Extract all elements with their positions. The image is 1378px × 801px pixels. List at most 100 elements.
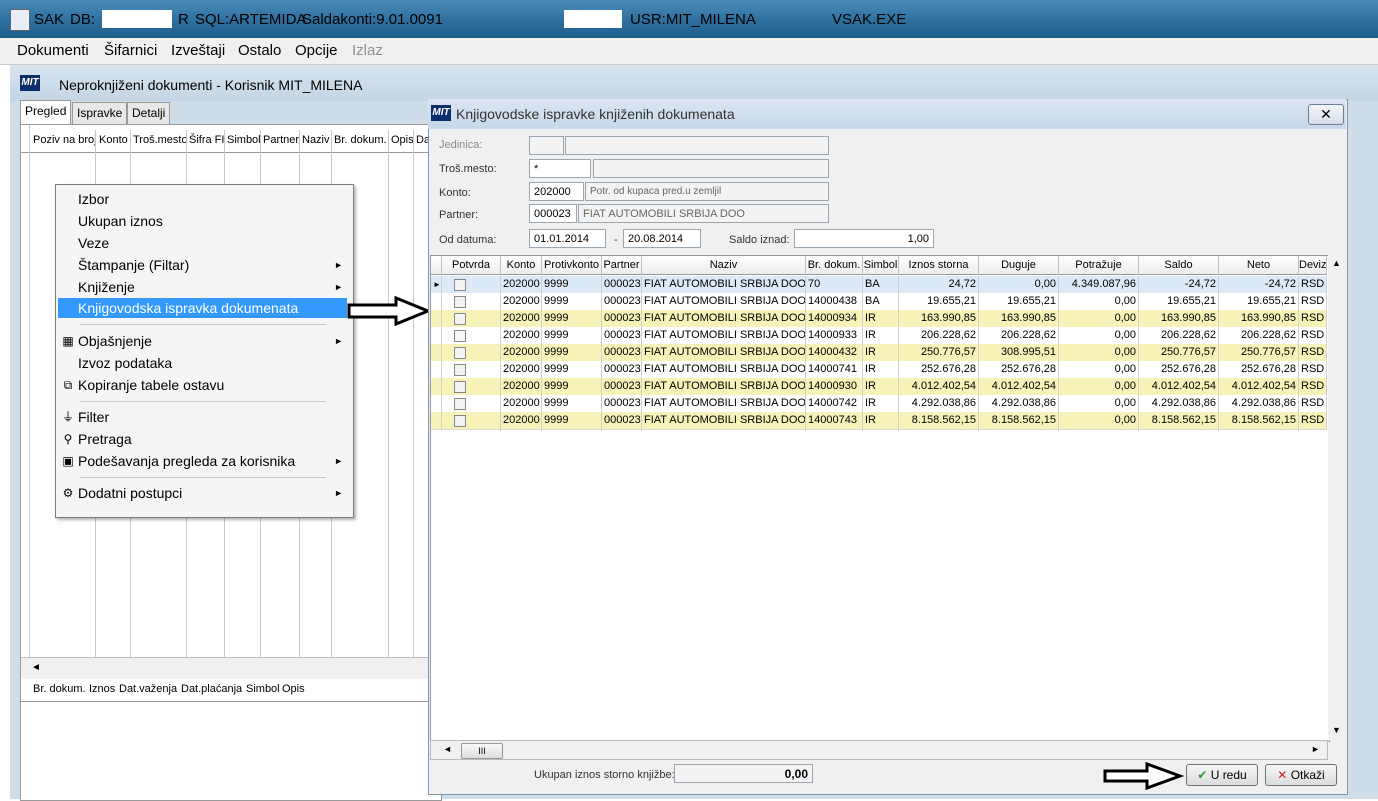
menu-izvestaji[interactable]: Izveštaji <box>171 42 225 59</box>
potvrda-checkbox[interactable] <box>454 279 466 291</box>
col-opis-bottom[interactable]: Opis <box>282 683 305 695</box>
cell-partner: 000023 <box>602 344 642 361</box>
scroll-left-icon[interactable]: ◄ <box>31 662 41 673</box>
table-row[interactable]: 202000 9999 000023 FIAT AUTOMOBILI SRBIJA D… <box>431 327 1327 345</box>
menu-item-objasnjenje[interactable]: Objašnjenje <box>78 333 152 349</box>
table-row[interactable]: 202000 9999 000023 FIAT AUTOMOBILI SRBIJA D… <box>431 344 1327 362</box>
scroll-up-icon[interactable]: ▲ <box>1332 258 1341 268</box>
date-from-field[interactable]: 01.01.2014 <box>529 229 606 248</box>
header-neto[interactable]: Neto <box>1219 256 1299 275</box>
date-to-field[interactable]: 20.08.2014 <box>623 229 701 248</box>
menu-item-kopiranje[interactable]: Kopiranje tabele ostavu <box>78 377 224 393</box>
partner-field[interactable]: 000023 <box>529 204 577 223</box>
menu-dokumenti[interactable]: Dokumenti <box>17 42 89 59</box>
cancel-button-label: Otkaži <box>1290 768 1325 782</box>
cell-brdok: 14000438 <box>806 293 863 310</box>
trosmesto-field[interactable]: * <box>529 159 591 178</box>
tab-pregled[interactable]: Pregled <box>20 100 72 126</box>
menu-ostalo[interactable]: Ostalo <box>238 42 281 59</box>
table-row[interactable]: 202000 9999 000023 FIAT AUTOMOBILI SRBIJA D… <box>431 412 1327 430</box>
header-deviz[interactable]: Deviz <box>1299 256 1327 275</box>
documents-hscroll[interactable]: ◄ <box>21 657 441 680</box>
grid-line <box>601 429 602 431</box>
child-title-bar: MIT Neproknjiženi dokumenti - Korisnik M… <box>10 65 1378 101</box>
header-naziv[interactable]: Naziv <box>642 256 806 275</box>
scroll-down-icon[interactable]: ▼ <box>1332 725 1341 735</box>
table-row[interactable]: ► 202000 9999 000023 FIAT AUTOMOBILI SRBIJA … <box>431 276 1327 294</box>
col-iznos[interactable]: Iznos <box>89 683 115 695</box>
col-br-dokum[interactable]: Br. dokum. <box>334 134 387 146</box>
konto-field[interactable]: 202000 <box>529 182 584 201</box>
menu-item-knjigovodska-ispravka[interactable]: Knjigovodska ispravka dokumenata <box>58 298 347 318</box>
col-simbol[interactable]: Simbol <box>227 134 261 146</box>
cell-naziv: FIAT AUTOMOBILI SRBIJA DOO <box>642 344 806 361</box>
potvrda-checkbox[interactable] <box>454 296 466 308</box>
tab-detalji[interactable]: Detalji <box>127 102 171 125</box>
scroll-left-icon[interactable]: ◄ <box>443 744 452 754</box>
cell-potrazuje: 0,00 <box>1059 327 1139 344</box>
grid-vscroll[interactable]: ▲ ▼ <box>1328 255 1346 740</box>
menu-item-pretraga[interactable]: Pretraga <box>78 431 132 447</box>
ok-button[interactable]: ✔ U redu <box>1186 764 1258 786</box>
col-opis[interactable]: Opis <box>391 134 414 146</box>
col-dat-placanja[interactable]: Dat.plaćanja <box>181 683 242 695</box>
menu-item-knjizenje[interactable]: Knjiženje <box>78 279 135 295</box>
scroll-thumb[interactable]: III <box>461 743 503 759</box>
menu-item-filter[interactable]: Filter <box>78 409 109 425</box>
col-naziv[interactable]: Naziv <box>302 134 330 146</box>
table-row[interactable]: 202000 9999 000023 FIAT AUTOMOBILI SRBIJA D… <box>431 361 1327 379</box>
saldo-iznad-field[interactable]: 1,00 <box>794 229 934 248</box>
col-simbol-bottom[interactable]: Simbol <box>246 683 280 695</box>
table-row[interactable]: 202000 9999 000023 FIAT AUTOMOBILI SRBIJA D… <box>431 310 1327 328</box>
menu-item-dodatni-postupci[interactable]: Dodatni postupci <box>78 485 182 501</box>
header-potrazuje[interactable]: Potražuje <box>1059 256 1139 275</box>
header-konto[interactable]: Konto <box>501 256 542 275</box>
col-sifra-fi[interactable]: Šifra FI <box>189 134 224 146</box>
col-dat-vazenja[interactable]: Dat.važenja <box>119 683 177 695</box>
grid-hscroll[interactable]: ◄ III ► <box>430 740 1328 760</box>
menu-item-stampanje[interactable]: Štampanje (Filtar) <box>78 257 189 273</box>
scroll-right-icon[interactable]: ► <box>1311 744 1320 754</box>
cell-neto: 4.012.402,54 <box>1219 378 1299 395</box>
row-indicator <box>431 412 442 429</box>
cell-naziv: FIAT AUTOMOBILI SRBIJA DOO <box>642 361 806 378</box>
table-row[interactable]: 202000 9999 000023 FIAT AUTOMOBILI SRBIJA D… <box>431 293 1327 311</box>
potvrda-checkbox[interactable] <box>454 313 466 325</box>
menu-item-izvoz-podataka[interactable]: Izvoz podataka <box>78 355 172 371</box>
menu-item-veze[interactable]: Veze <box>78 235 109 251</box>
table-row[interactable]: 202000 9999 000023 FIAT AUTOMOBILI SRBIJA D… <box>431 395 1327 413</box>
konto-name-field: Potr. od kupaca pred.u zemljil <box>585 182 829 201</box>
cancel-button[interactable]: ✕ Otkaži <box>1265 764 1337 786</box>
potvrda-checkbox[interactable] <box>454 415 466 427</box>
col-br-dokum-bottom[interactable]: Br. dokum. <box>33 683 86 695</box>
potvrda-checkbox[interactable] <box>454 398 466 410</box>
header-saldo[interactable]: Saldo <box>1139 256 1219 275</box>
header-simbol[interactable]: Simbol <box>863 256 899 275</box>
header-protivkonto[interactable]: Protivkonto <box>542 256 602 275</box>
tab-ispravke[interactable]: Ispravke <box>72 102 128 125</box>
app-icon[interactable] <box>10 9 30 31</box>
potvrda-checkbox[interactable] <box>454 347 466 359</box>
col-partner[interactable]: Partner <box>263 134 299 146</box>
col-konto[interactable]: Konto <box>99 134 128 146</box>
header-iznos-storna[interactable]: Iznos storna <box>899 256 979 275</box>
potvrda-checkbox[interactable] <box>454 330 466 342</box>
menu-item-izbor[interactable]: Izbor <box>78 191 109 207</box>
header-potvrda[interactable]: Potvrda <box>442 256 501 275</box>
potvrda-checkbox[interactable] <box>454 381 466 393</box>
menu-item-podesavanja[interactable]: Podešavanja pregleda za korisnika <box>78 453 295 469</box>
menu-item-ukupan-iznos[interactable]: Ukupan iznos <box>78 213 163 229</box>
menu-sifarnici[interactable]: Šifarnici <box>104 42 157 59</box>
header-duguje[interactable]: Duguje <box>979 256 1059 275</box>
menu-opcije[interactable]: Opcije <box>295 42 338 59</box>
header-br-dokum[interactable]: Br. dokum. <box>806 256 863 275</box>
cell-storno: 206.228,62 <box>899 327 979 344</box>
close-icon[interactable]: ✕ <box>1308 104 1344 125</box>
cell-saldo: 163.990,85 <box>1139 310 1219 327</box>
table-row[interactable]: 202000 9999 000023 FIAT AUTOMOBILI SRBIJA D… <box>431 378 1327 396</box>
cell-potrazuje: 0,00 <box>1059 395 1139 412</box>
potvrda-checkbox[interactable] <box>454 364 466 376</box>
col-tros-mesto[interactable]: Troš.mesto <box>133 134 188 146</box>
header-partner[interactable]: Partner <box>602 256 642 275</box>
col-poziv-na-broj[interactable]: Poziv na broj <box>33 134 97 146</box>
